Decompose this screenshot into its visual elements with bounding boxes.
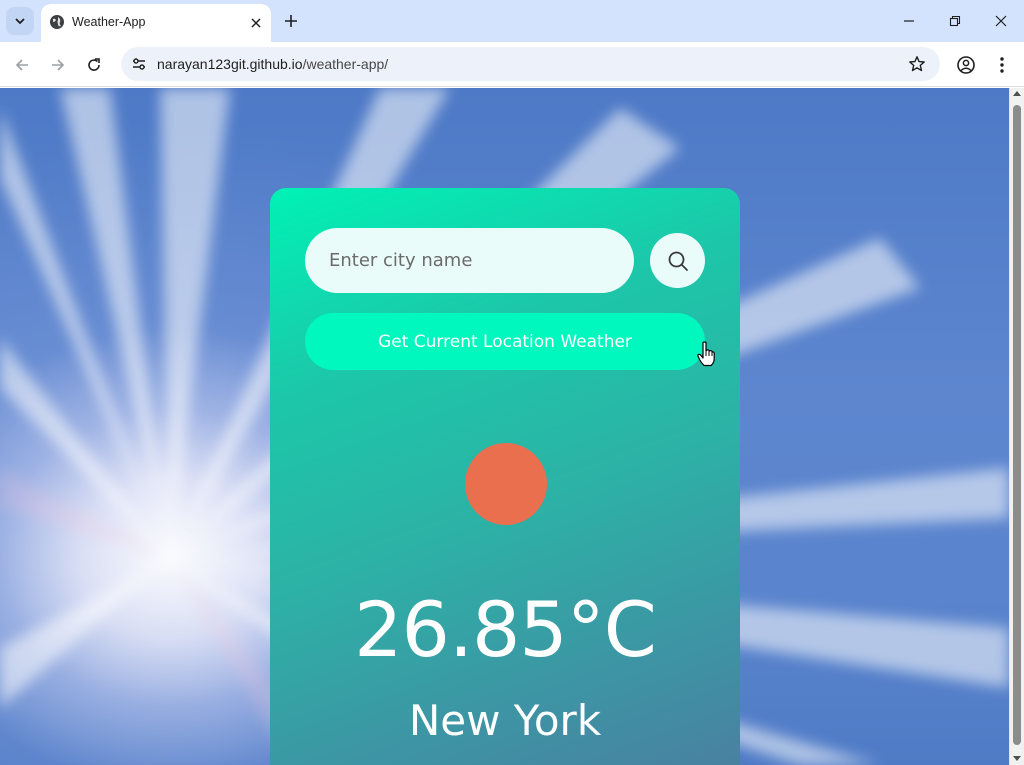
- city-name: New York: [408, 696, 602, 745]
- restore-icon: [949, 15, 961, 27]
- hand-cursor-icon: [697, 341, 715, 367]
- more-vert-icon: [1000, 57, 1004, 73]
- tune-icon: [133, 58, 145, 70]
- reload-icon: [88, 58, 100, 71]
- tab-search-button[interactable]: [6, 7, 34, 35]
- scroll-up-arrow[interactable]: [1013, 91, 1021, 96]
- minimize-button[interactable]: [896, 8, 922, 34]
- sun-icon: [465, 443, 547, 525]
- tab-strip: Weather-App: [0, 0, 1024, 42]
- scroll-thumb[interactable]: [1013, 105, 1021, 745]
- tab-title: Weather-App: [72, 15, 146, 29]
- search-icon: [668, 251, 688, 271]
- bookmark-button[interactable]: [905, 52, 929, 76]
- forward-button[interactable]: [45, 52, 71, 78]
- weather-card: Get Current Location Weather 26.85°C New…: [270, 188, 740, 765]
- chevron-down-icon: [15, 18, 25, 25]
- close-window-button[interactable]: [988, 8, 1014, 34]
- back-button[interactable]: [9, 52, 35, 78]
- restore-button[interactable]: [942, 8, 968, 34]
- city-search-input[interactable]: [305, 228, 634, 293]
- plus-icon: [285, 15, 297, 27]
- close-icon: [995, 15, 1007, 27]
- tab-close-button[interactable]: [247, 14, 265, 32]
- url-host: narayan123git.github.io: [157, 56, 303, 72]
- account-icon: [957, 56, 975, 74]
- browser-toolbar: narayan123git.github.io/weather-app/: [0, 42, 1024, 87]
- arrow-right-icon: [52, 59, 65, 71]
- site-info-button[interactable]: [127, 52, 151, 76]
- arrow-left-icon: [15, 59, 28, 71]
- url-text: narayan123git.github.io/weather-app/: [157, 56, 388, 72]
- current-location-button[interactable]: Get Current Location Weather: [305, 313, 705, 370]
- browser-tab[interactable]: Weather-App: [41, 4, 271, 42]
- reload-button[interactable]: [81, 52, 107, 78]
- new-tab-button[interactable]: [280, 10, 302, 32]
- profile-button[interactable]: [953, 52, 979, 78]
- vertical-scrollbar[interactable]: [1009, 88, 1024, 765]
- globe-icon: [50, 15, 64, 29]
- temperature-value: 26.85°C: [354, 585, 657, 674]
- close-icon: [251, 18, 261, 28]
- search-button[interactable]: [650, 233, 705, 288]
- address-bar[interactable]: narayan123git.github.io/weather-app/: [121, 47, 940, 81]
- scroll-down-arrow[interactable]: [1013, 756, 1021, 761]
- page-viewport: Get Current Location Weather 26.85°C New…: [0, 88, 1009, 765]
- minimize-icon: [904, 20, 914, 22]
- url-path: /weather-app/: [302, 56, 389, 72]
- menu-button[interactable]: [989, 52, 1015, 78]
- star-icon: [909, 56, 925, 72]
